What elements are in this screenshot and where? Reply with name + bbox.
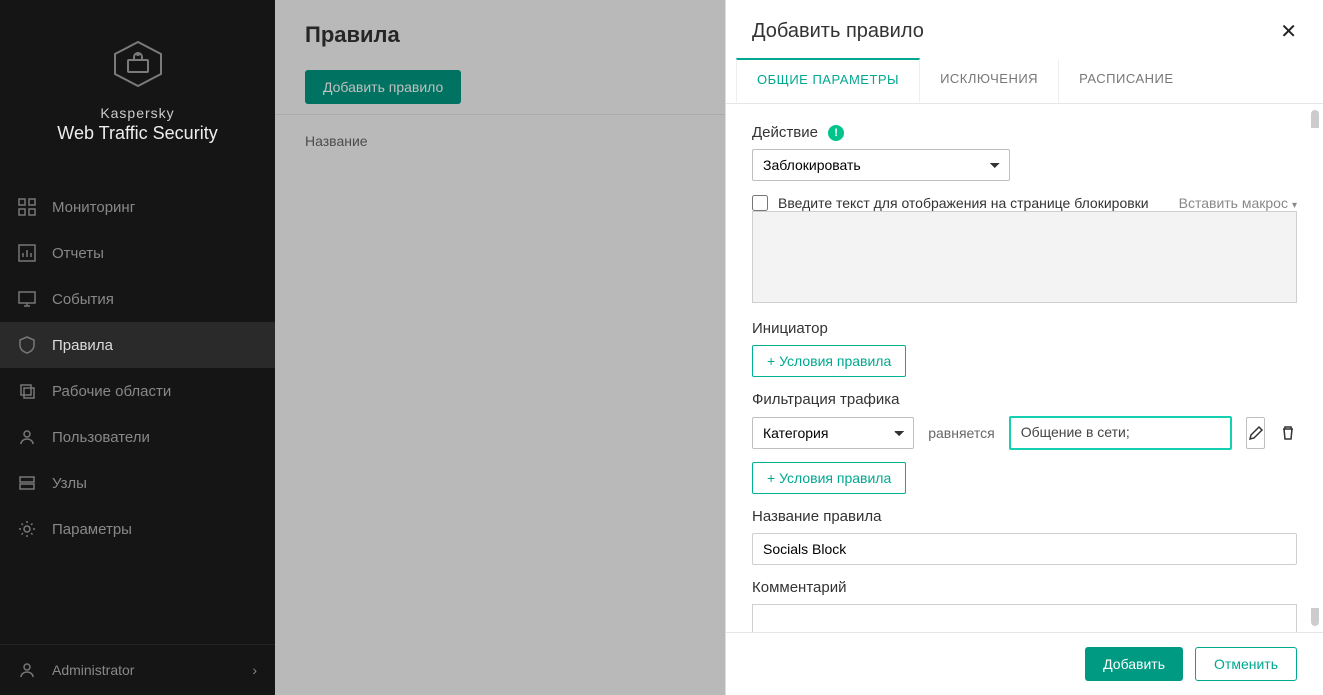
tab-general[interactable]: ОБЩИЕ ПАРАМЕТРЫ [736, 58, 920, 103]
nav-label: Рабочие области [52, 383, 171, 400]
add-rule-modal: Добавить правило ✕ ОБЩИЕ ПАРАМЕТРЫ ИСКЛЮ… [725, 0, 1323, 695]
comment-label: Комментарий [752, 579, 1297, 596]
traffic-filter-label: Фильтрация трафика [752, 391, 1297, 408]
server-icon [18, 474, 36, 492]
admin-label: Administrator [52, 662, 134, 678]
gear-icon [18, 520, 36, 538]
shield-icon [18, 336, 36, 354]
cancel-button[interactable]: Отменить [1195, 647, 1297, 681]
delete-category-button[interactable] [1279, 417, 1297, 449]
trash-icon [1280, 425, 1296, 441]
nav-users[interactable]: Пользователи [0, 414, 275, 460]
insert-macro-link[interactable]: Вставить макрос▾ [1179, 195, 1297, 211]
block-text-textarea[interactable] [752, 211, 1297, 303]
nav-footer-admin[interactable]: Administrator › [0, 644, 275, 695]
brand-block: Kaspersky Web Traffic Security [0, 0, 275, 174]
monitor-icon [18, 290, 36, 308]
pencil-icon [1248, 425, 1264, 441]
nav-label: Параметры [52, 521, 132, 538]
chart-icon [18, 244, 36, 262]
info-icon[interactable]: ! [828, 125, 844, 141]
rule-name-input[interactable] [752, 533, 1297, 565]
action-label: Действие ! [752, 124, 1297, 141]
sidebar: Kaspersky Web Traffic Security Мониторин… [0, 0, 275, 695]
add-condition-initiator-button[interactable]: + Условия правила [752, 345, 906, 377]
comment-textarea[interactable] [752, 604, 1297, 632]
nav-events[interactable]: События [0, 276, 275, 322]
filter-field-select[interactable]: Категория [752, 417, 914, 449]
nav: Мониторинг Отчеты События Правила Рабочи… [0, 184, 275, 644]
dashboard-icon [18, 198, 36, 216]
nav-workspaces[interactable]: Рабочие области [0, 368, 275, 414]
nav-label: Правила [52, 337, 113, 354]
block-text-checkbox[interactable] [752, 195, 768, 211]
nav-label: Мониторинг [52, 199, 135, 216]
nav-label: События [52, 291, 114, 308]
modal-footer: Добавить Отменить [726, 632, 1323, 695]
main: Правила Добавить правило Название Добави… [275, 0, 1323, 695]
block-text-check-label: Введите текст для отображения на страниц… [778, 195, 1149, 211]
modal-title: Добавить правило [752, 20, 924, 43]
nav-settings[interactable]: Параметры [0, 506, 275, 552]
nav-rules[interactable]: Правила [0, 322, 275, 368]
category-value-box[interactable]: Общение в сети; [1009, 416, 1233, 450]
nav-label: Отчеты [52, 245, 104, 262]
user-icon [18, 661, 36, 679]
initiator-label: Инициатор [752, 320, 1297, 337]
nav-nodes[interactable]: Узлы [0, 460, 275, 506]
tab-schedule[interactable]: РАСПИСАНИЕ [1059, 59, 1193, 103]
user-icon [18, 428, 36, 446]
layers-icon [18, 382, 36, 400]
chevron-down-icon: ▾ [1292, 200, 1297, 211]
nav-label: Узлы [52, 475, 87, 492]
edit-category-button[interactable] [1246, 417, 1265, 449]
nav-reports[interactable]: Отчеты [0, 230, 275, 276]
tab-exclusions[interactable]: ИСКЛЮЧЕНИЯ [920, 59, 1059, 103]
action-select[interactable]: Заблокировать [752, 149, 1010, 181]
chevron-right-icon: › [252, 662, 257, 678]
add-condition-traffic-button[interactable]: + Условия правила [752, 462, 906, 494]
brand-line2: Web Traffic Security [0, 123, 275, 144]
submit-add-button[interactable]: Добавить [1085, 647, 1183, 681]
brand-logo-icon [111, 40, 165, 88]
equals-label: равняется [928, 425, 994, 441]
rule-name-label: Название правила [752, 508, 1297, 525]
nav-monitoring[interactable]: Мониторинг [0, 184, 275, 230]
brand-line1: Kaspersky [0, 105, 275, 121]
close-icon[interactable]: ✕ [1280, 22, 1297, 42]
modal-body: Действие ! Заблокировать Введите текст д… [726, 104, 1323, 632]
nav-label: Пользователи [52, 429, 150, 446]
modal-tabs: ОБЩИЕ ПАРАМЕТРЫ ИСКЛЮЧЕНИЯ РАСПИСАНИЕ [726, 59, 1323, 104]
